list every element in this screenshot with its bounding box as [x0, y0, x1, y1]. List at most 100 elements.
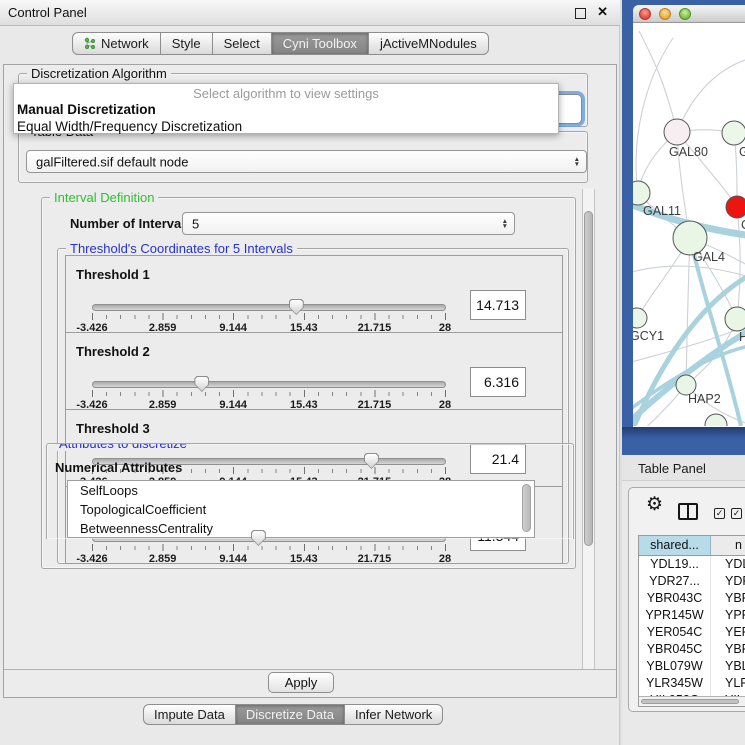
tick-label: 21.715: [358, 553, 392, 565]
threshold-label: Threshold 2: [76, 344, 150, 359]
group-title: Interval Definition: [50, 190, 158, 205]
cell-shared-name[interactable]: YPR145W: [639, 607, 711, 624]
cell-name[interactable]: YLR3: [711, 675, 745, 692]
numerical-attribute-item[interactable]: SelfLoops: [68, 481, 534, 500]
table-row[interactable]: YER054CYER0: [639, 624, 745, 641]
dropdown-option-manual-discretization[interactable]: Manual Discretization: [14, 101, 558, 118]
slider-thumb-handle[interactable]: [251, 530, 266, 546]
dropdown-option-equal-width-frequency[interactable]: Equal Width/Frequency Discretization: [14, 118, 558, 135]
group-title: Threshold's Coordinates for 5 Intervals: [66, 241, 297, 256]
table-row[interactable]: YBR043CYBR0: [639, 590, 745, 607]
close-icon[interactable]: ✕: [597, 4, 608, 20]
cell-shared-name[interactable]: YBR043C: [639, 590, 711, 607]
split-view-icon[interactable]: [678, 503, 698, 520]
slider-major-ticks: [92, 390, 447, 397]
slider-track[interactable]: [92, 381, 446, 388]
network-node-label: GA: [739, 145, 745, 159]
threshold-slider[interactable]: -3.4262.8599.14415.4321.71528: [92, 373, 448, 411]
network-node-h[interactable]: [725, 307, 745, 331]
scrollbar-thumb[interactable]: [584, 211, 593, 546]
control-panel-titlebar: Control Panel ✕: [0, 0, 620, 26]
divider: [4, 669, 616, 670]
dropdown-placeholder-option[interactable]: Select algorithm to view settings: [14, 86, 558, 101]
numerical-attributes-list[interactable]: SelfLoopsTopologicalCoefficientBetweenne…: [67, 480, 535, 538]
table-row[interactable]: YDR27...YDR2: [639, 573, 745, 590]
tab-network[interactable]: Network: [72, 32, 161, 55]
network-node-gal80[interactable]: [664, 119, 690, 145]
network-node-ga[interactable]: [722, 121, 745, 145]
apply-button[interactable]: Apply: [268, 672, 334, 693]
tab-cyni-toolbox[interactable]: Cyni Toolbox: [271, 32, 369, 55]
table-horizontal-scrollbar[interactable]: [639, 696, 745, 706]
cell-name[interactable]: YDR2: [711, 573, 745, 590]
slider-major-ticks: [92, 313, 447, 320]
network-node-label: GAL80: [669, 145, 708, 159]
panel-vertical-scrollbar[interactable]: [582, 189, 595, 669]
list-scrollbar-thumb[interactable]: [522, 484, 531, 532]
threshold-value-input[interactable]: 6.316: [470, 367, 526, 397]
slider-thumb-handle[interactable]: [194, 376, 209, 392]
tab-style[interactable]: Style: [160, 32, 213, 55]
cell-name[interactable]: YPR1: [711, 607, 745, 624]
tick-label: 28: [439, 553, 451, 565]
cell-shared-name[interactable]: YBL079W: [639, 658, 711, 675]
checkbox-checked-icon[interactable]: ✓: [714, 508, 725, 519]
gear-icon[interactable]: ⚙: [646, 493, 663, 516]
table-header-row: shared... n: [639, 536, 745, 556]
cell-shared-name[interactable]: YDR27...: [639, 573, 711, 590]
network-window-titlebar[interactable]: [633, 5, 745, 23]
cell-shared-name[interactable]: YLR345W: [639, 675, 711, 692]
numerical-attribute-item[interactable]: BetweennessCentrality: [68, 519, 534, 538]
table-row[interactable]: YDL19...YDL1: [639, 556, 745, 573]
cell-shared-name[interactable]: YDL19...: [639, 556, 711, 573]
slider-thumb-handle[interactable]: [364, 453, 379, 469]
table-row[interactable]: YBL079WYBL0: [639, 658, 745, 675]
cell-name[interactable]: YDL1: [711, 556, 745, 573]
network-node-gcy1[interactable]: [633, 308, 647, 328]
numerical-attribute-item[interactable]: TopologicalCoefficient: [68, 500, 534, 519]
cell-name[interactable]: YER0: [711, 624, 745, 641]
network-node[interactable]: [705, 414, 727, 426]
tab-discretize-data[interactable]: Discretize Data: [235, 704, 345, 725]
column-header-name[interactable]: n: [711, 536, 745, 555]
attributes-to-discretize-group: Attributes to discretize Numerical Attri…: [46, 443, 574, 539]
checkbox-checked-icon[interactable]: ✓: [731, 508, 742, 519]
tab-select[interactable]: Select: [212, 32, 272, 55]
close-traffic-light-icon[interactable]: [639, 8, 651, 20]
network-canvas[interactable]: GAL80GACGAL11GAL4GCY1HHAP2: [633, 23, 745, 426]
network-node-gal11[interactable]: [633, 181, 650, 205]
table-panel: ⚙ ✓ ✓ shared... n YDL19...YDL1YDR27...YD…: [622, 481, 745, 745]
float-window-icon[interactable]: [575, 8, 586, 19]
table-row[interactable]: YBR045CYBR0: [639, 641, 745, 658]
number-of-intervals-combobox[interactable]: 5 ▲▼: [182, 212, 515, 235]
tab-jactivemnodules[interactable]: jActiveMNodules: [368, 32, 489, 55]
network-node-label: GCY1: [633, 329, 664, 343]
table-panel-title: Table Panel: [638, 461, 706, 476]
table-row[interactable]: YPR145WYPR1: [639, 607, 745, 624]
cell-name[interactable]: YBR0: [711, 590, 745, 607]
cell-name[interactable]: YBL0: [711, 658, 745, 675]
slider-thumb-handle[interactable]: [289, 299, 304, 315]
scrollbar-thumb[interactable]: [641, 699, 739, 704]
cell-shared-name[interactable]: YBR045C: [639, 641, 711, 658]
zoom-traffic-light-icon[interactable]: [679, 8, 691, 20]
network-node-label: H: [739, 330, 745, 344]
cell-shared-name[interactable]: YER054C: [639, 624, 711, 641]
table-data-combobox[interactable]: galFiltered.sif default node ▲▼: [26, 150, 587, 173]
tab-infer-network[interactable]: Infer Network: [344, 704, 443, 725]
tab-label: Cyni Toolbox: [283, 36, 357, 51]
network-node-c[interactable]: [726, 196, 745, 218]
cell-name[interactable]: YBR0: [711, 641, 745, 658]
tab-impute-data[interactable]: Impute Data: [143, 704, 236, 725]
table-row[interactable]: YLR345WYLR3: [639, 675, 745, 692]
column-header-shared-name[interactable]: shared...: [639, 536, 711, 555]
network-graph: GAL80GACGAL11GAL4GCY1HHAP2: [633, 23, 745, 426]
table-panel-container: ⚙ ✓ ✓ shared... n YDL19...YDL1YDR27...YD…: [628, 487, 745, 712]
minimize-traffic-light-icon[interactable]: [659, 8, 671, 20]
threshold-value-input[interactable]: 14.713: [470, 290, 526, 320]
network-node-label: C: [741, 218, 745, 232]
frame-shadow: [622, 427, 745, 439]
threshold-slider[interactable]: -3.4262.8599.14415.4321.71528: [92, 296, 448, 334]
slider-track[interactable]: [92, 304, 446, 311]
number-of-intervals-label: Number of Intervals: [70, 216, 192, 231]
